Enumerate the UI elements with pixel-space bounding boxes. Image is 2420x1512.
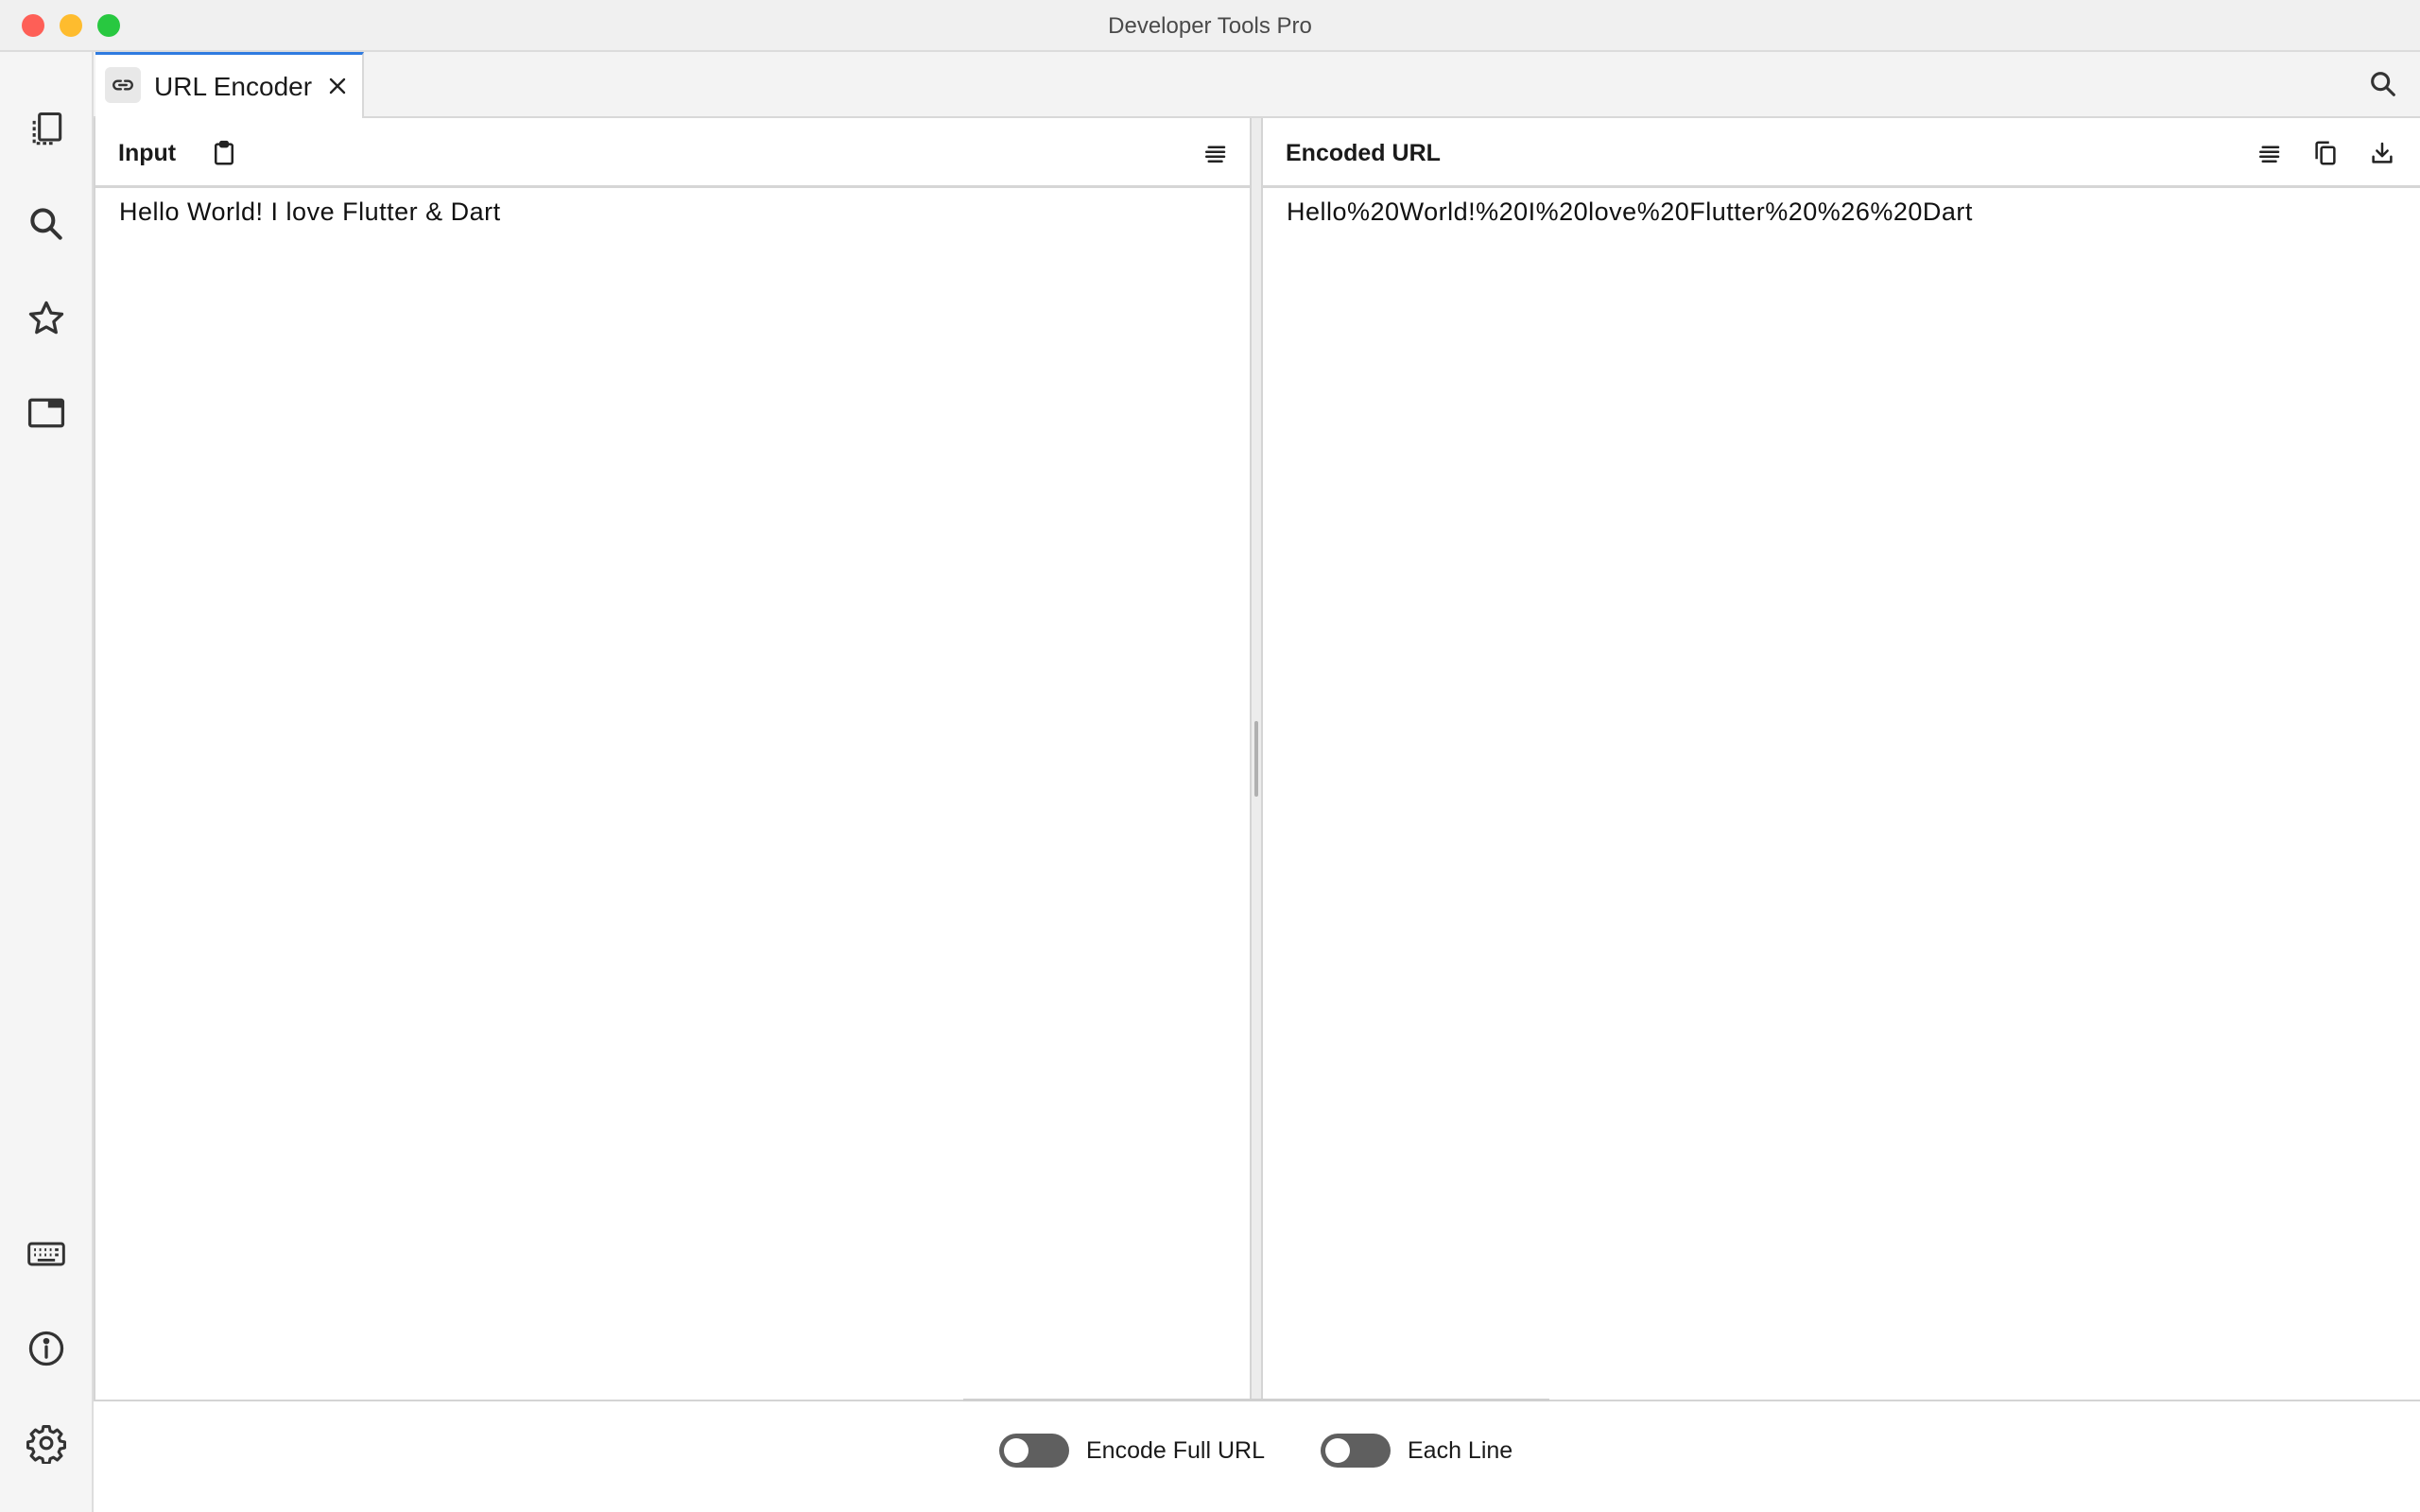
divider-handle[interactable] (1254, 721, 1258, 797)
tab-label: URL Encoder (154, 72, 313, 101)
clipboard-icon[interactable] (205, 134, 243, 172)
output-text-area[interactable]: Hello%20World!%20I%20love%20Flutter%20%2… (1287, 198, 1973, 227)
title-bar: Developer Tools Pro (0, 0, 2420, 52)
download-icon[interactable] (2363, 134, 2401, 172)
app-window: Developer Tools Pro URL Encoder Input He… (0, 0, 2420, 1512)
options-bar: Encode Full URL Each Line (94, 1399, 2420, 1512)
close-icon[interactable] (322, 71, 353, 101)
input-panel: Input Hello World! I love Flutter & Dart (94, 118, 1252, 1400)
tab-search-icon[interactable] (2362, 63, 2404, 105)
output-panel-header: Encoded URL (1263, 118, 2420, 188)
info-icon[interactable] (23, 1325, 70, 1372)
each-line-label: Each Line (1408, 1437, 1513, 1464)
pages-icon[interactable] (23, 106, 70, 153)
encode-full-url-toggle[interactable] (999, 1434, 1069, 1468)
copy-icon[interactable] (2307, 134, 2344, 172)
input-panel-header: Input (95, 118, 1250, 188)
input-panel-title: Input (118, 140, 177, 166)
output-panel-title: Encoded URL (1286, 140, 1441, 166)
tab-bar: URL Encoder (94, 52, 2420, 118)
link-icon (105, 67, 141, 103)
window-title: Developer Tools Pro (1108, 13, 1312, 39)
output-panel: Encoded URL Hello%20World!%20I%20love%20 (1261, 118, 2420, 1400)
wrap-lines-icon[interactable] (2250, 134, 2288, 172)
options-bar-accent (963, 1399, 1549, 1401)
search-icon[interactable] (23, 200, 70, 248)
panel-divider[interactable] (1252, 118, 1261, 1400)
wrap-lines-icon[interactable] (1196, 134, 1234, 172)
input-text-area[interactable]: Hello World! I love Flutter & Dart (119, 198, 501, 227)
star-icon[interactable] (23, 295, 70, 342)
keyboard-icon[interactable] (23, 1230, 70, 1278)
gear-icon[interactable] (23, 1419, 70, 1467)
each-line-toggle[interactable] (1321, 1434, 1391, 1468)
encode-full-url-label: Encode Full URL (1086, 1437, 1265, 1464)
window-icon[interactable] (23, 389, 70, 437)
tab-url-encoder[interactable]: URL Encoder (95, 52, 364, 118)
sidebar (0, 52, 94, 1512)
